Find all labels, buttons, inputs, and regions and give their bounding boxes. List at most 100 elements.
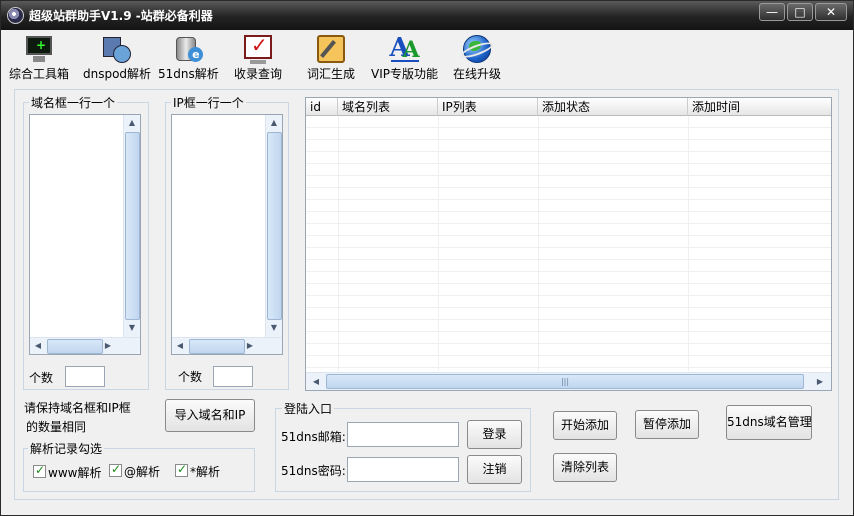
login-button[interactable]: 登录	[467, 420, 522, 449]
scroll-left-arrow-icon[interactable]: ◀	[308, 374, 324, 390]
table-row[interactable]	[306, 236, 831, 248]
checkbox-label: www解析	[48, 466, 102, 480]
ip-count-label: 个数	[178, 370, 203, 384]
toolbar-upgrade[interactable]: 在线升级	[453, 33, 501, 81]
www-checkbox[interactable]: www解析	[33, 463, 101, 480]
scroll-thumb[interactable]	[189, 339, 245, 354]
at-checkbox[interactable]: @解析	[109, 462, 167, 479]
hint-line-1: 请保持域名框和IP框	[24, 401, 131, 415]
checkmark-icon: ✓	[242, 33, 274, 65]
scroll-left-arrow-icon[interactable]: ◀	[172, 338, 188, 354]
domain-textarea[interactable]: ▲ ▼ ◀ ▶	[29, 114, 141, 355]
title-bar[interactable]: 超级站群助手V1.9 -站群必备利器 — □ ✕	[1, 1, 853, 30]
scroll-right-arrow-icon[interactable]: ▶	[242, 338, 258, 354]
domain-hscroll[interactable]: ◀ ▶	[30, 337, 140, 354]
toolbar-label: 综合工具箱	[9, 67, 70, 81]
toolbar-toolbox[interactable]: 综合工具箱	[9, 33, 69, 81]
domain-count-label: 个数	[29, 371, 54, 385]
ip-hscroll[interactable]: ◀ ▶	[172, 337, 282, 354]
column-header-ip[interactable]: IP列表	[438, 98, 538, 116]
table-row[interactable]	[306, 128, 831, 140]
table-row[interactable]	[306, 356, 831, 368]
table-row[interactable]	[306, 344, 831, 356]
table-row[interactable]	[306, 296, 831, 308]
scroll-up-arrow-icon[interactable]: ▲	[124, 115, 140, 131]
toolbar-label: dnspod解析	[83, 67, 152, 81]
maximize-button[interactable]: □	[787, 3, 813, 21]
column-header-status[interactable]: 添加状态	[538, 98, 688, 116]
toolbar-label: 词汇生成	[307, 67, 356, 81]
hint-line-2: 的数量相同	[26, 420, 87, 434]
password-label: 51dns密码:	[281, 464, 346, 478]
table-hscroll[interactable]: ◀ ||| ▶	[306, 372, 831, 390]
table-row[interactable]	[306, 308, 831, 320]
ip-count-field[interactable]	[213, 366, 253, 387]
table-row[interactable]	[306, 152, 831, 164]
globe-icon	[459, 33, 495, 65]
checkbox-label: @解析	[124, 465, 161, 479]
ip-textarea[interactable]: ▲ ▼ ◀ ▶	[171, 114, 283, 355]
toolbar-vip[interactable]: AA VIP专版功能	[371, 33, 438, 81]
toolbar-label: VIP专版功能	[371, 67, 438, 81]
toolbar-label: 51dns解析	[158, 67, 219, 81]
table-row[interactable]	[306, 248, 831, 260]
table-row[interactable]	[306, 116, 831, 128]
scroll-thumb[interactable]	[47, 339, 103, 354]
table-row[interactable]	[306, 164, 831, 176]
server-icon: e	[172, 33, 204, 65]
scroll-right-arrow-icon[interactable]: ▶	[812, 374, 828, 390]
domain-vscroll[interactable]: ▲ ▼	[123, 115, 140, 337]
monitor-icon	[23, 33, 55, 65]
domain-count-field[interactable]	[65, 366, 105, 387]
parse-records-label: 解析记录勾选	[28, 440, 105, 457]
clear-list-button[interactable]: 清除列表	[553, 453, 617, 482]
table-row[interactable]	[306, 284, 831, 296]
table-row[interactable]	[306, 272, 831, 284]
toolbar-51dns[interactable]: e 51dns解析	[158, 33, 219, 81]
table-header: id 域名列表 IP列表 添加状态 添加时间	[306, 98, 831, 116]
ip-vscroll[interactable]: ▲ ▼	[265, 115, 282, 337]
login-group-label: 登陆入口	[282, 400, 335, 417]
table-row[interactable]	[306, 224, 831, 236]
window-title: 超级站群助手V1.9 -站群必备利器	[29, 9, 213, 23]
table-row[interactable]	[306, 212, 831, 224]
51dns-domain-manage-button[interactable]: 51dns域名管理	[726, 405, 812, 440]
pause-add-button[interactable]: 暂停添加	[635, 410, 699, 439]
import-domains-ip-button[interactable]: 导入域名和IP	[165, 399, 255, 432]
checkbox-label: *解析	[190, 465, 221, 479]
scroll-up-arrow-icon[interactable]: ▲	[266, 115, 282, 131]
table-row[interactable]	[306, 188, 831, 200]
toolbar-index-query[interactable]: ✓ 收录查询	[234, 33, 282, 81]
scroll-thumb[interactable]	[267, 132, 282, 320]
checkbox-checked-icon[interactable]	[109, 462, 122, 477]
scroll-right-arrow-icon[interactable]: ▶	[100, 338, 116, 354]
result-table[interactable]: id 域名列表 IP列表 添加状态 添加时间 ◀ ||| ▶	[305, 97, 832, 391]
toolbar-label: 在线升级	[453, 67, 502, 81]
scroll-down-arrow-icon[interactable]: ▼	[266, 320, 282, 336]
wildcard-checkbox[interactable]: *解析	[175, 462, 233, 479]
checkbox-checked-icon[interactable]	[33, 463, 46, 478]
column-header-id[interactable]: id	[306, 98, 338, 116]
table-row[interactable]	[306, 176, 831, 188]
table-row[interactable]	[306, 260, 831, 272]
checkbox-checked-icon[interactable]	[175, 462, 188, 477]
column-header-domain[interactable]: 域名列表	[338, 98, 438, 116]
scroll-down-arrow-icon[interactable]: ▼	[124, 320, 140, 336]
ip-group-label: IP框一行一个	[171, 94, 246, 111]
email-field[interactable]	[347, 422, 459, 447]
password-field[interactable]	[347, 457, 459, 482]
toolbar-dnspod[interactable]: dnspod解析	[83, 33, 151, 81]
close-button[interactable]: ✕	[815, 3, 847, 21]
column-header-time[interactable]: 添加时间	[688, 98, 831, 116]
table-row[interactable]	[306, 320, 831, 332]
scroll-thumb[interactable]: |||	[326, 374, 804, 389]
start-add-button[interactable]: 开始添加	[553, 411, 617, 440]
table-row[interactable]	[306, 200, 831, 212]
scroll-left-arrow-icon[interactable]: ◀	[30, 338, 46, 354]
table-row[interactable]	[306, 332, 831, 344]
toolbar-word-gen[interactable]: 词汇生成	[307, 33, 355, 81]
minimize-button[interactable]: —	[759, 3, 785, 21]
table-row[interactable]	[306, 140, 831, 152]
logout-button[interactable]: 注销	[467, 455, 522, 484]
scroll-thumb[interactable]	[125, 132, 140, 320]
